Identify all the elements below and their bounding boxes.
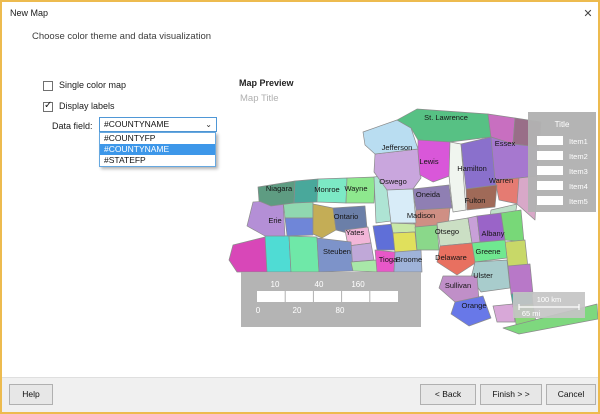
county-label-oneida: Oneida — [416, 190, 441, 199]
chevron-down-icon: ⌄ — [205, 120, 212, 129]
dialog-title: New Map — [10, 8, 49, 18]
svg-text:Item3: Item3 — [569, 167, 588, 176]
finish-button[interactable]: Finish > > — [480, 384, 542, 405]
svg-text:Item4: Item4 — [569, 182, 588, 191]
svg-text:160: 160 — [351, 280, 365, 289]
county-label-steuben: Steuben — [323, 247, 351, 256]
svg-text:40: 40 — [315, 280, 324, 289]
county-label-essex: Essex — [495, 139, 516, 148]
county-label-greene: Greene — [475, 247, 500, 256]
county-label-st-lawrence: St. Lawrence — [424, 113, 468, 122]
county-wyoming — [284, 217, 314, 237]
checkmark-icon: ✓ — [44, 100, 53, 111]
county-tompkins — [392, 231, 418, 254]
map-preview-header: Map Preview — [239, 78, 294, 88]
svg-text:65 mi: 65 mi — [522, 309, 541, 318]
county-label-monroe: Monroe — [314, 185, 339, 194]
svg-text:Item2: Item2 — [569, 152, 588, 161]
county-rockland — [492, 303, 516, 323]
county-label-ulster: Ulster — [473, 271, 493, 280]
back-button[interactable]: < Back — [420, 384, 476, 405]
page-subtitle: Choose color theme and data visualizatio… — [32, 31, 212, 42]
county-label-yates: Yates — [346, 228, 365, 237]
county-label-hamilton: Hamilton — [457, 164, 487, 173]
svg-text:20: 20 — [293, 306, 302, 315]
county-label-oswego: Oswego — [379, 177, 407, 186]
county-label-broome: Broome — [396, 255, 422, 264]
svg-text:80: 80 — [336, 306, 345, 315]
county-label-erie: Erie — [268, 216, 281, 225]
svg-text:Title: Title — [555, 120, 570, 129]
dropdown-item-statefp[interactable]: #STATEFP — [100, 155, 215, 166]
county-livingston — [312, 203, 337, 239]
cancel-button[interactable]: Cancel — [546, 384, 596, 405]
county-label-jefferson: Jefferson — [382, 143, 413, 152]
new-map-dialog: New Map ✕ Choose color theme and data vi… — [0, 0, 600, 414]
county-label-fulton: Fulton — [465, 196, 486, 205]
county-cattaraugus — [264, 234, 292, 273]
county-allegany — [288, 235, 320, 273]
county-label-madison: Madison — [407, 211, 435, 220]
county-label-wayne: Wayne — [344, 184, 367, 193]
map-preview-canvas: 10 40 160 0 20 80 100 km 65 mi Title Item1 Item2 It… — [228, 108, 598, 335]
combobox-value: #COUNTYNAME — [104, 119, 170, 129]
county-dutchess — [507, 263, 534, 295]
county-cortland — [390, 222, 417, 234]
county-chautauqua — [228, 236, 268, 273]
svg-text:10: 10 — [271, 280, 280, 289]
county-label-warren: Warren — [489, 176, 513, 185]
county-label-otsego: Otsego — [435, 227, 459, 236]
county-label-albany: Albany — [482, 229, 505, 238]
county-label-niagara: Niagara — [266, 184, 293, 193]
close-icon[interactable]: ✕ — [580, 6, 596, 22]
data-field-dropdown-list: #COUNTYFP #COUNTYNAME #STATEFP — [99, 132, 216, 167]
county-columbia — [504, 239, 529, 269]
display-labels-checkbox[interactable]: ✓ — [43, 100, 53, 112]
help-button[interactable]: Help — [9, 384, 53, 405]
county-label-lewis: Lewis — [419, 157, 438, 166]
data-field-label: Data field: — [52, 121, 93, 131]
county-label-sullivan: Sullivan — [445, 281, 471, 290]
county-label-delaware: Delaware — [435, 253, 467, 262]
svg-text:Item5: Item5 — [569, 197, 588, 206]
svg-text:100 km: 100 km — [537, 295, 562, 304]
dropdown-item-countyname[interactable]: #COUNTYNAME — [100, 144, 215, 155]
single-color-map-label: Single color map — [59, 80, 127, 90]
svg-text:Item1: Item1 — [569, 137, 588, 146]
county-label-orange: Orange — [461, 301, 486, 310]
single-color-map-checkbox[interactable] — [43, 81, 53, 91]
display-labels-label: Display labels — [59, 101, 115, 111]
county-chemung — [350, 259, 378, 273]
svg-text:0: 0 — [256, 306, 261, 315]
dropdown-item-countyfp[interactable]: #COUNTYFP — [100, 133, 215, 144]
data-field-combobox[interactable]: #COUNTYNAME ⌄ — [99, 117, 217, 132]
county-label-ontario: Ontario — [334, 212, 359, 221]
